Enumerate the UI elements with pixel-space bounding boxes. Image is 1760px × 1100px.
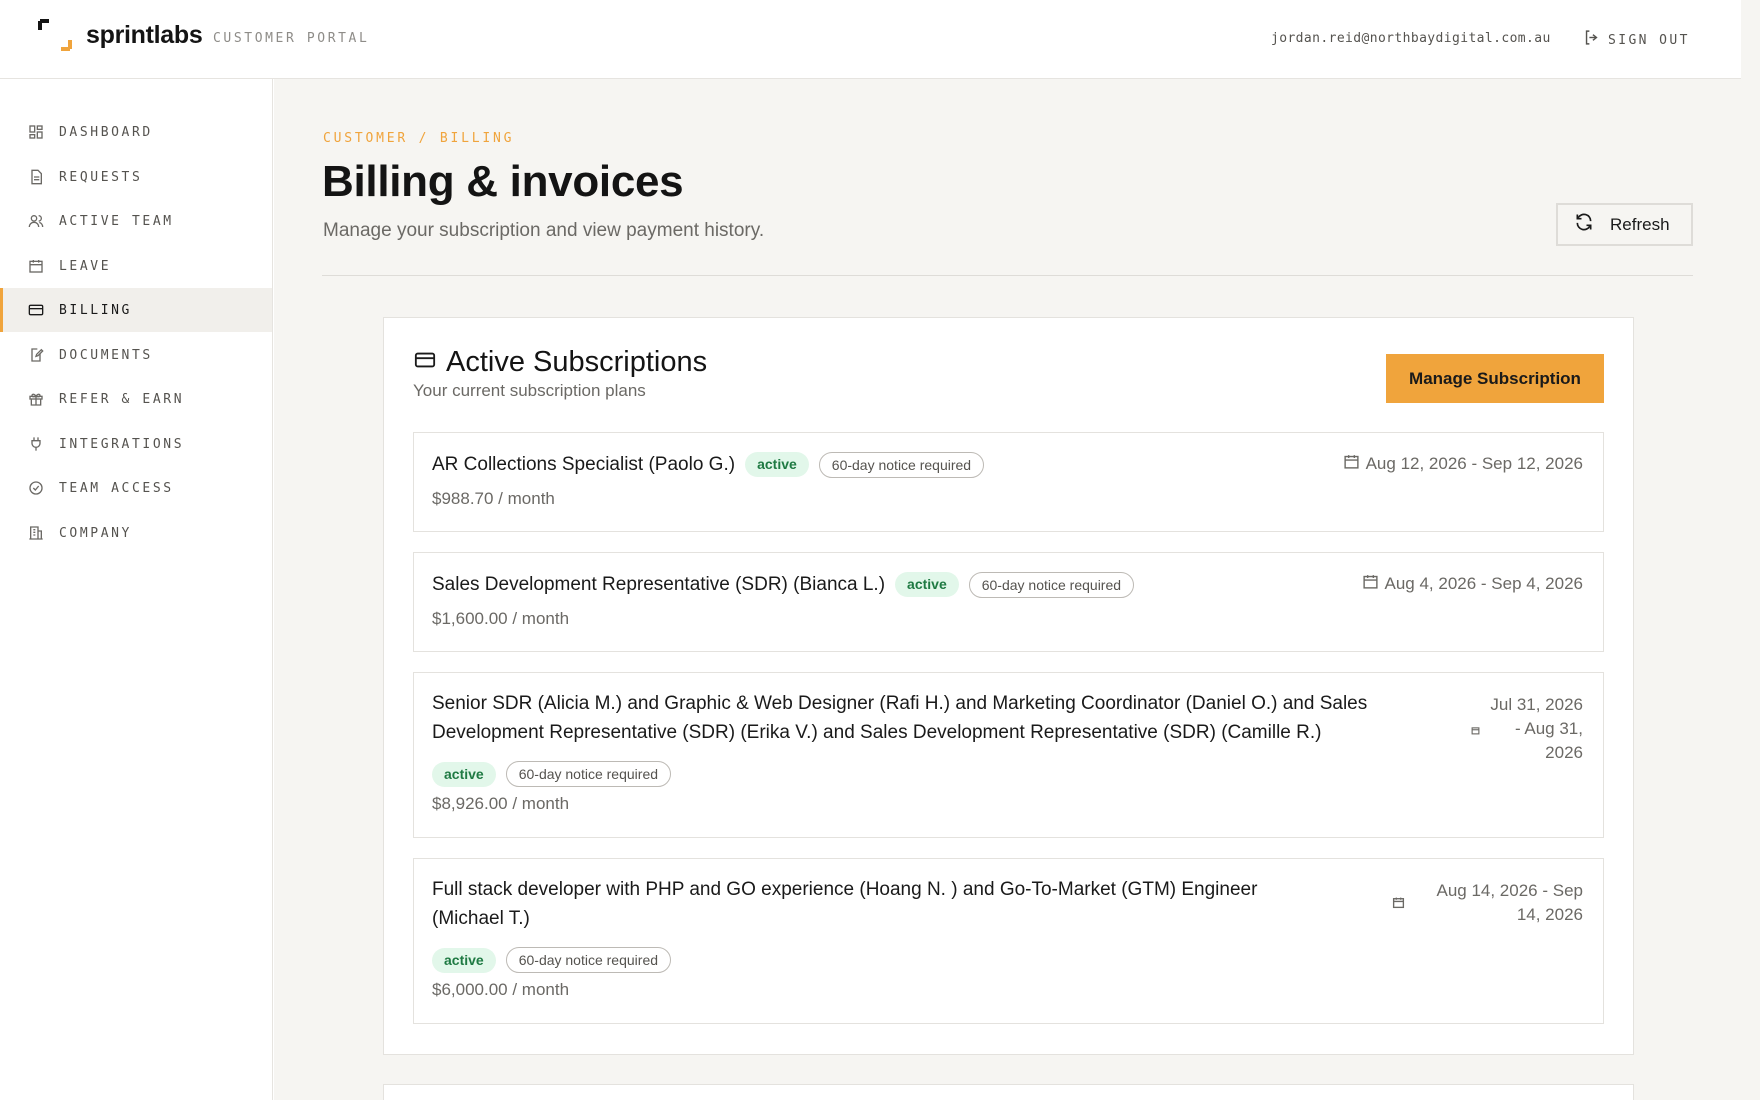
header-divider bbox=[322, 275, 1693, 276]
page-title: Billing & invoices bbox=[322, 157, 684, 206]
subscription-name: Senior SDR (Alicia M.) and Graphic & Web… bbox=[432, 689, 1432, 747]
sidebar-item-team-access[interactable]: TEAM ACCESS bbox=[0, 466, 272, 510]
sidebar-item-label: ACTIVE TEAM bbox=[59, 213, 174, 229]
subscription-name: Sales Development Representative (SDR) (… bbox=[432, 574, 886, 595]
credit-card-icon bbox=[27, 302, 44, 319]
sidebar-item-label: COMPANY bbox=[59, 525, 132, 541]
sidebar-item-dashboard[interactable]: DASHBOARD bbox=[0, 110, 272, 154]
sign-out-label: SIGN OUT bbox=[1608, 32, 1690, 48]
file-edit-icon bbox=[27, 347, 44, 364]
subscription-header: Sales Development Representative (SDR) (… bbox=[432, 570, 1135, 599]
check-circle-icon bbox=[27, 480, 44, 497]
right-edge bbox=[1741, 0, 1760, 1100]
logo-mark-icon bbox=[38, 19, 72, 51]
subscription-name-line: Senior SDR (Alicia M.) and Graphic & Web… bbox=[432, 693, 1368, 714]
subscription-name-line: Development Representative (SDR) (Erika … bbox=[432, 722, 1322, 743]
notice-badge: 60-day notice required bbox=[505, 761, 672, 787]
dashboard-icon bbox=[27, 124, 44, 141]
sidebar-item-label: BILLING bbox=[59, 302, 132, 318]
plug-icon bbox=[27, 436, 44, 453]
next-card bbox=[383, 1084, 1634, 1100]
subscription-name: Full stack developer with PHP and GO exp… bbox=[432, 875, 1332, 933]
document-icon bbox=[27, 169, 44, 186]
sidebar-item-label: TEAM ACCESS bbox=[59, 480, 174, 496]
sidebar-item-billing[interactable]: BILLING bbox=[0, 288, 272, 332]
subscription-name-line: Full stack developer with PHP and GO exp… bbox=[432, 879, 1258, 900]
sidebar-item-requests[interactable]: REQUESTS bbox=[0, 155, 272, 199]
date-range: Aug 14, 2026 - Sep 14, 2026 bbox=[1436, 879, 1583, 927]
status-badge: active bbox=[745, 452, 809, 477]
breadcrumb: CUSTOMER / BILLING bbox=[323, 131, 515, 146]
refresh-label: Refresh bbox=[1610, 214, 1670, 234]
sidebar-item-documents[interactable]: DOCUMENTS bbox=[0, 333, 272, 377]
gift-icon bbox=[27, 391, 44, 408]
active-subscriptions-card: Active Subscriptions Your current subscr… bbox=[383, 317, 1634, 1055]
portal-label: CUSTOMER PORTAL bbox=[213, 31, 370, 46]
notice-badge: 60-day notice required bbox=[968, 571, 1135, 598]
subscription-price: $6,000.00 / month bbox=[432, 980, 570, 999]
status-badge: active bbox=[432, 761, 496, 787]
sidebar: DASHBOARD REQUESTS ACTIVE TEAM LEAVE BIL… bbox=[0, 79, 273, 1100]
subscription-item[interactable]: Senior SDR (Alicia M.) and Graphic & Web… bbox=[413, 672, 1604, 838]
page-subtitle: Manage your subscription and view paymen… bbox=[323, 220, 765, 241]
users-icon bbox=[27, 213, 44, 230]
calendar-icon bbox=[1471, 722, 1480, 740]
sidebar-item-label: DASHBOARD bbox=[59, 124, 153, 140]
sign-out-icon bbox=[1583, 29, 1600, 51]
sidebar-item-leave[interactable]: LEAVE bbox=[0, 244, 272, 288]
sidebar-item-active-team[interactable]: ACTIVE TEAM bbox=[0, 199, 272, 243]
calendar-icon bbox=[1392, 896, 1405, 914]
sign-out-button[interactable]: SIGN OUT bbox=[1583, 29, 1690, 51]
main-content: CUSTOMER / BILLING Billing & invoices Ma… bbox=[274, 79, 1741, 1100]
subscription-item[interactable]: Full stack developer with PHP and GO exp… bbox=[413, 858, 1604, 1024]
subscription-dates: Aug 4, 2026 - Sep 4, 2026 bbox=[1362, 573, 1584, 595]
brand-name[interactable]: sprintlabs bbox=[86, 21, 203, 50]
sidebar-item-label: INTEGRATIONS bbox=[59, 436, 185, 452]
subscription-dates: Aug 12, 2026 - Sep 12, 2026 bbox=[1343, 453, 1583, 475]
notice-badge: 60-day notice required bbox=[818, 451, 985, 478]
calendar-icon bbox=[27, 258, 44, 275]
card-subtitle: Your current subscription plans bbox=[413, 381, 646, 400]
subscription-price: $988.70 / month bbox=[432, 489, 555, 508]
date-range-line: - Aug 31, bbox=[1514, 719, 1583, 738]
credit-card-icon bbox=[414, 349, 436, 376]
calendar-icon bbox=[1343, 453, 1360, 475]
sidebar-item-integrations[interactable]: INTEGRATIONS bbox=[0, 422, 272, 466]
date-range-line: 2026 bbox=[1545, 743, 1583, 762]
sidebar-item-label: LEAVE bbox=[59, 258, 112, 274]
refresh-icon bbox=[1574, 212, 1594, 237]
status-badge: active bbox=[432, 947, 496, 973]
manage-subscription-label: Manage Subscription bbox=[1409, 368, 1581, 388]
sidebar-item-label: REFER & EARN bbox=[59, 391, 185, 407]
date-range-line: 14, 2026 bbox=[1516, 905, 1583, 924]
building-icon bbox=[27, 525, 44, 542]
sidebar-item-company[interactable]: COMPANY bbox=[0, 511, 272, 555]
sidebar-item-label: DOCUMENTS bbox=[59, 347, 153, 363]
subscription-name: AR Collections Specialist (Paolo G.) bbox=[432, 454, 736, 475]
date-range: Aug 4, 2026 - Sep 4, 2026 bbox=[1384, 574, 1584, 593]
card-title: Active Subscriptions bbox=[446, 346, 708, 378]
subscription-price: $8,926.00 / month bbox=[432, 794, 570, 813]
manage-subscription-button[interactable]: Manage Subscription bbox=[1386, 354, 1604, 403]
sidebar-item-refer-earn[interactable]: REFER & EARN bbox=[0, 377, 272, 421]
subscription-item[interactable]: AR Collections Specialist (Paolo G.) act… bbox=[413, 432, 1604, 532]
notice-badge: 60-day notice required bbox=[505, 947, 672, 973]
date-range: Jul 31, 2026 - Aug 31, 2026 bbox=[1490, 693, 1583, 765]
subscription-name-line: (Michael T.) bbox=[432, 908, 530, 929]
date-range-line: Aug 14, 2026 - Sep bbox=[1436, 881, 1583, 900]
subscription-badges: active 60-day notice required bbox=[432, 947, 672, 973]
refresh-button[interactable]: Refresh bbox=[1556, 203, 1693, 246]
card-header: Active Subscriptions bbox=[414, 346, 707, 379]
status-badge: active bbox=[895, 572, 959, 597]
calendar-icon bbox=[1362, 573, 1379, 595]
subscription-header: AR Collections Specialist (Paolo G.) act… bbox=[432, 450, 985, 479]
subscription-item[interactable]: Sales Development Representative (SDR) (… bbox=[413, 552, 1604, 652]
subscription-price: $1,600.00 / month bbox=[432, 609, 570, 628]
date-range-line: Jul 31, 2026 bbox=[1490, 695, 1583, 714]
top-header: sprintlabs CUSTOMER PORTAL jordan.reid@n… bbox=[0, 0, 1741, 79]
sidebar-item-label: REQUESTS bbox=[59, 169, 143, 185]
date-range: Aug 12, 2026 - Sep 12, 2026 bbox=[1365, 454, 1583, 473]
user-email: jordan.reid@northbaydigital.com.au bbox=[1271, 31, 1551, 46]
subscription-badges: active 60-day notice required bbox=[432, 761, 672, 787]
